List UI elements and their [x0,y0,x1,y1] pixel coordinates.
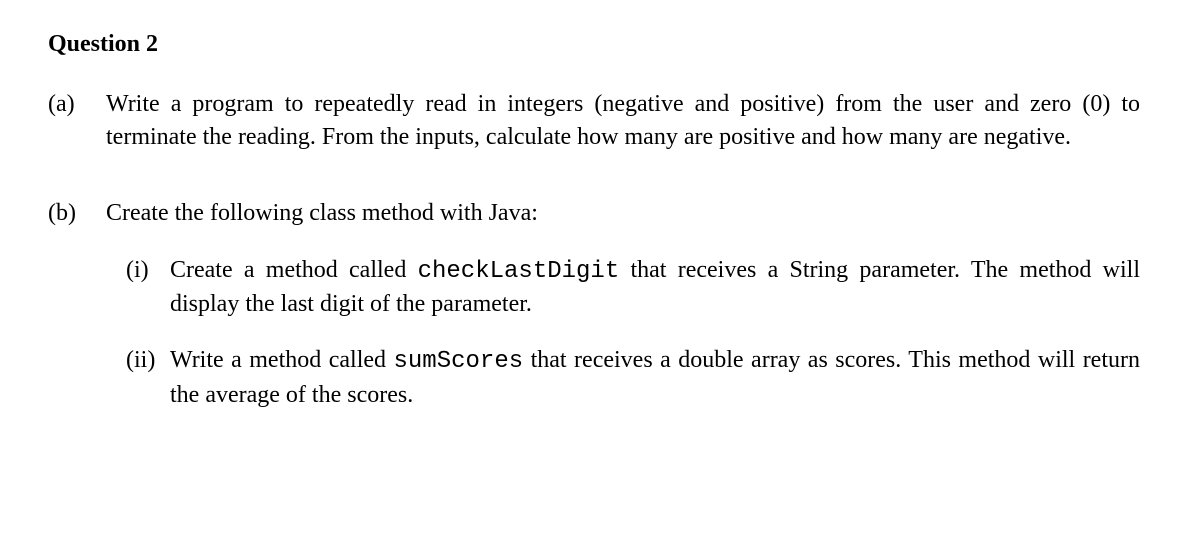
sub-ii: (ii) Write a method called sumScores tha… [126,344,1140,411]
sub-i-text: Create a method called checkLastDigit th… [170,254,1140,321]
sub-i-seg1: Create a method called [170,257,418,283]
sub-ii-text: Write a method called sumScores that rec… [170,344,1140,411]
part-b-intro: Create the following class method with J… [106,197,1140,229]
question-page: Question 2 (a) Write a program to repeat… [0,0,1200,411]
sub-ii-code: sumScores [394,348,524,375]
sub-i-label: (i) [126,254,170,321]
part-a-label: (a) [48,88,106,153]
sub-ii-label: (ii) [126,344,170,411]
sub-ii-seg1: Write a method called [170,347,394,373]
sub-i: (i) Create a method called checkLastDigi… [126,254,1140,321]
part-a: (a) Write a program to repeatedly read i… [48,88,1140,153]
question-heading: Question 2 [48,28,1140,60]
part-b-body: Create the following class method with J… [106,197,1140,411]
part-b: (b) Create the following class method wi… [48,197,1140,411]
part-b-label: (b) [48,197,106,411]
sub-i-code: checkLastDigit [418,258,620,285]
part-a-text: Write a program to repeatedly read in in… [106,88,1140,153]
